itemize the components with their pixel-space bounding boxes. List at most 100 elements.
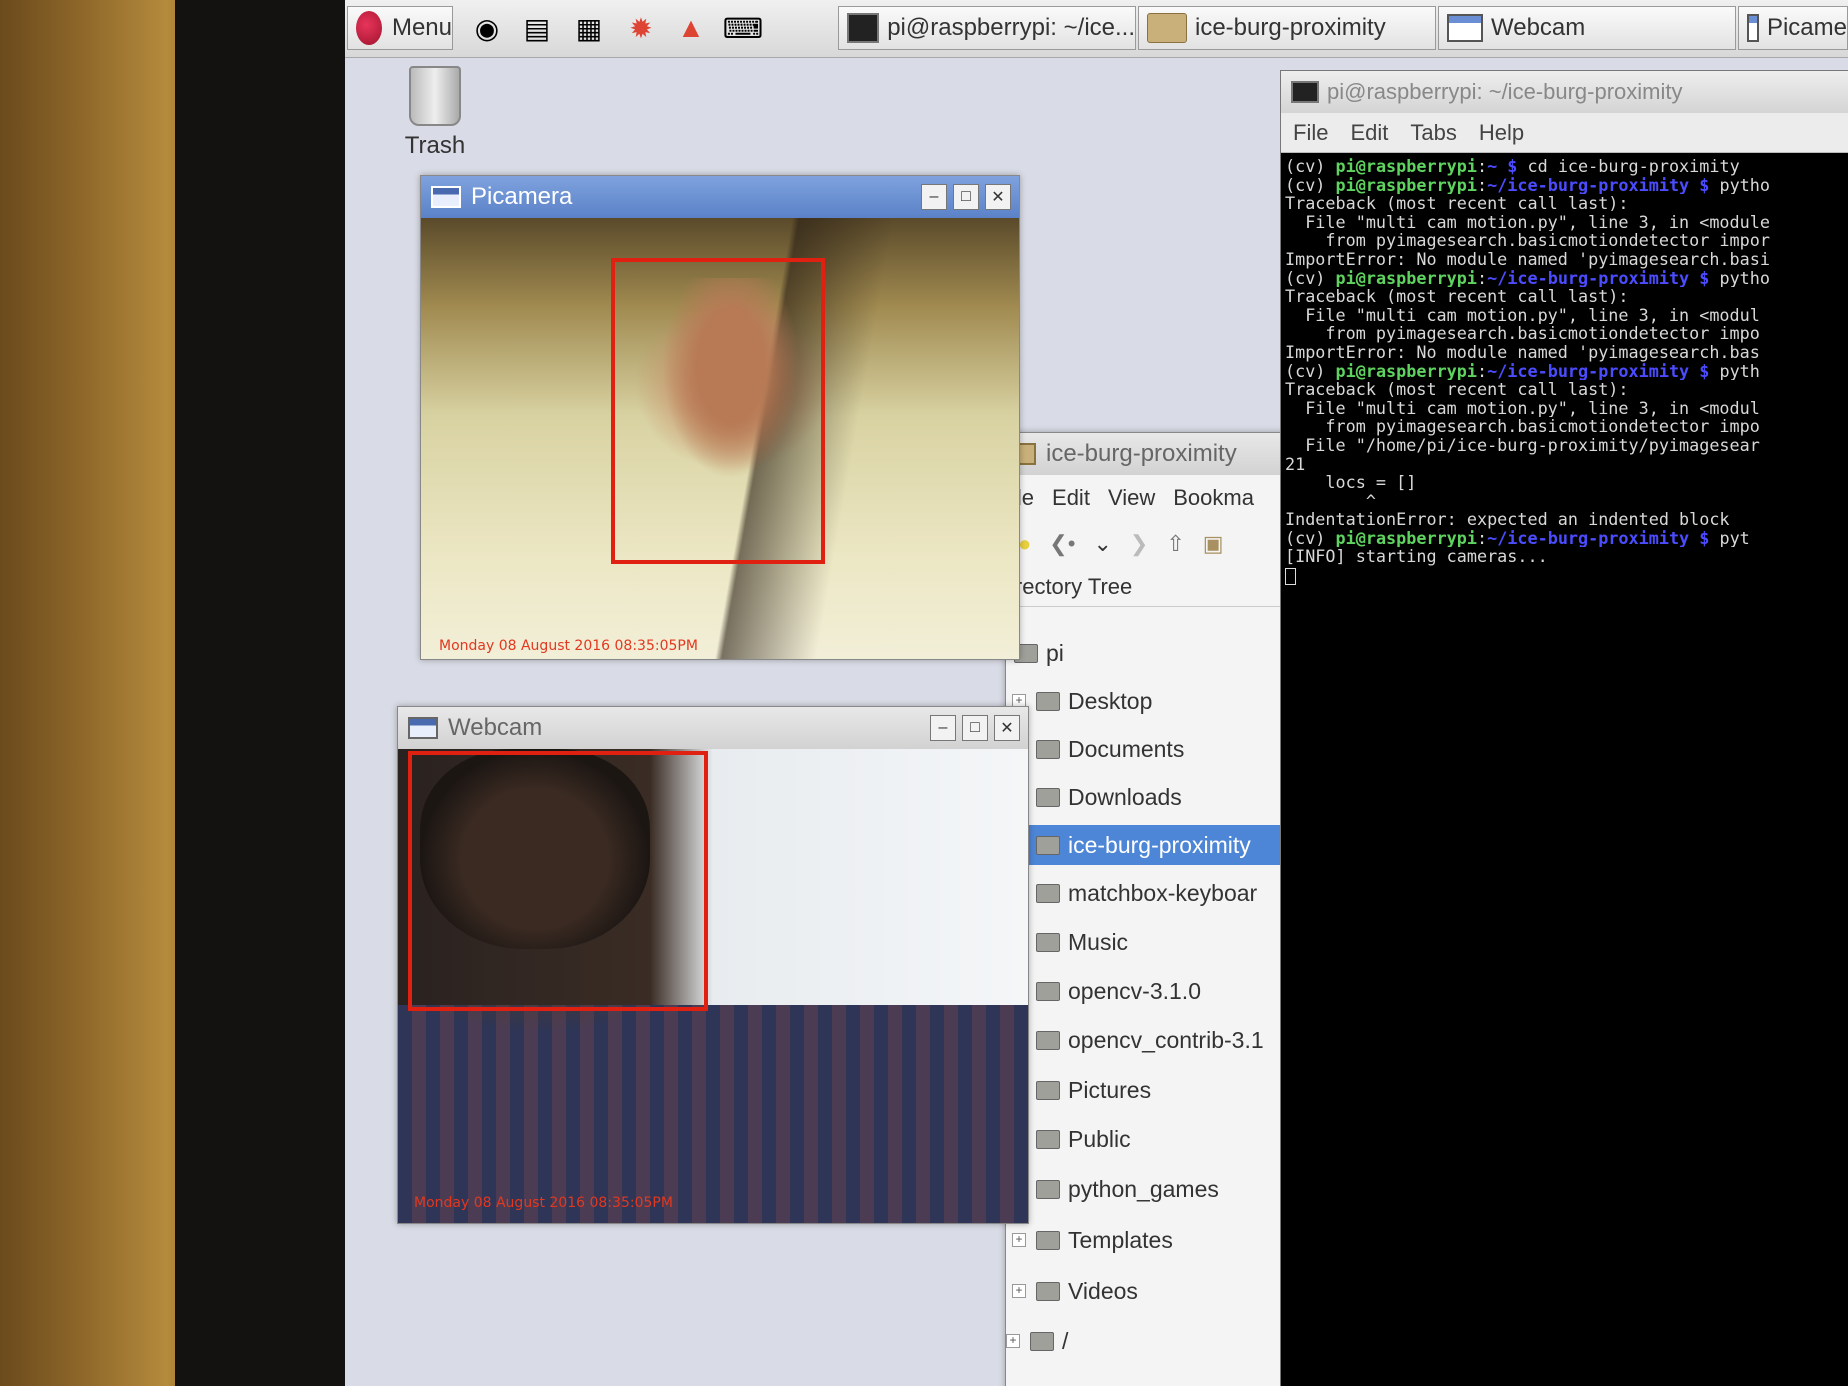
terminal-window: pi@raspberrypi: ~/ice-burg-proximity Fil… [1280, 70, 1848, 1386]
task-file-manager[interactable]: ice-burg-proximity [1138, 6, 1436, 50]
tree-item[interactable]: +opencv_contrib-3.1 [1006, 1020, 1304, 1060]
back-icon[interactable]: ❮• [1049, 531, 1075, 557]
terminal-text: (cv) [1285, 528, 1336, 548]
terminal-text: (cv) [1285, 361, 1336, 381]
tree-item[interactable]: pi [1006, 633, 1304, 673]
tree-item-label: matchbox-keyboar [1068, 879, 1258, 906]
minimize-button[interactable]: – [930, 715, 956, 741]
motion-detection-box [611, 258, 825, 564]
terminal-line: from pyimagesearch.basicmotiondetector i… [1285, 417, 1848, 436]
close-button[interactable]: ✕ [985, 184, 1011, 210]
folder-icon [1147, 13, 1187, 43]
terminal-line: 21 [1285, 455, 1848, 474]
terminal-line: from pyimagesearch.basicmotiondetector i… [1285, 324, 1848, 343]
tree-item[interactable]: +python_games [1006, 1169, 1304, 1209]
task-terminal[interactable]: pi@raspberrypi: ~/ice... [838, 6, 1136, 50]
task-file-manager-label: ice-burg-proximity [1195, 14, 1386, 41]
menu-file[interactable]: File [1293, 120, 1328, 146]
file-manager-title: ice-burg-proximity [1046, 440, 1237, 467]
terminal-text: ~ $ [1487, 157, 1518, 176]
file-manager-titlebar[interactable]: ice-burg-proximity [1006, 433, 1304, 475]
terminal-text: pytho [1709, 268, 1770, 288]
expand-icon[interactable]: + [1012, 1284, 1026, 1298]
terminal-output[interactable]: (cv) pi@raspberrypi:~ $ cd ice-burg-prox… [1281, 153, 1848, 589]
wolfram-icon[interactable]: ▲ [671, 8, 711, 48]
file-manager-window: ice-burg-proximity ile Edit View Bookma … [1005, 432, 1305, 1386]
up-icon[interactable]: ⇧ [1166, 531, 1184, 557]
tree-item[interactable]: +ice-burg-proximity [1006, 825, 1304, 865]
folder-icon [1036, 1179, 1060, 1199]
tree-item-label: python_games [1068, 1175, 1219, 1202]
menu-edit[interactable]: Edit [1350, 120, 1388, 146]
tree-item[interactable]: + Videos [1006, 1271, 1304, 1311]
window-icon [1447, 14, 1483, 42]
tree-item-label: / [1062, 1327, 1069, 1354]
terminal-text: ~/ice-burg-proximity $ [1487, 268, 1710, 288]
tree-item[interactable]: +Music [1006, 922, 1304, 962]
task-picamera[interactable]: Picame [1738, 6, 1848, 50]
tree-item-label: Music [1068, 928, 1129, 955]
tree-item-label: Pictures [1068, 1076, 1152, 1103]
terminal-line: [INFO] starting cameras... [1285, 547, 1848, 566]
menu-view[interactable]: View [1108, 485, 1155, 511]
expand-icon[interactable]: + [1012, 1233, 1026, 1247]
terminal-line: (cv) pi@raspberrypi:~/ice-burg-proximity… [1285, 362, 1848, 381]
picamera-feed: Monday 08 August 2016 08:35:05PM [421, 218, 1019, 659]
terminal-line: (cv) pi@raspberrypi:~/ice-burg-proximity… [1285, 176, 1848, 195]
tree-item[interactable]: +opencv-3.1.0 [1006, 971, 1304, 1011]
taskbar: Menu ◉ ▤ ▦ ✹ ▲ ⌨ pi@raspberrypi: ~/ice..… [345, 0, 1848, 58]
tree-item[interactable]: +matchbox-keyboar [1006, 873, 1304, 913]
terminal-text: pi@raspberrypi [1335, 528, 1477, 548]
picamera-titlebar[interactable]: Picamera – □ ✕ [421, 176, 1019, 218]
minimize-button[interactable]: – [921, 184, 947, 210]
tree-item[interactable]: +Public [1006, 1119, 1304, 1159]
terminal-line: (cv) pi@raspberrypi:~ $ cd ice-burg-prox… [1285, 157, 1848, 176]
close-button[interactable]: ✕ [994, 715, 1020, 741]
task-webcam-label: Webcam [1491, 14, 1586, 41]
menu-help[interactable]: Help [1479, 120, 1524, 146]
menu-tabs[interactable]: Tabs [1410, 120, 1456, 146]
tree-item[interactable]: + / [1006, 1321, 1304, 1361]
expand-icon[interactable]: + [1006, 1334, 1020, 1348]
desktop-trash[interactable]: Trash [395, 66, 475, 160]
menu-edit[interactable]: Edit [1052, 485, 1090, 511]
picamera-timestamp: Monday 08 August 2016 08:35:05PM [439, 638, 698, 654]
tree-item[interactable]: +Downloads [1006, 777, 1304, 817]
terminal-text: pi@raspberrypi [1335, 157, 1477, 176]
chevron-down-icon[interactable]: ⌄ [1093, 531, 1111, 557]
terminal-line: from pyimagesearch.basicmotiondetector i… [1285, 231, 1848, 250]
maximize-button[interactable]: □ [953, 184, 979, 210]
terminal-icon [847, 13, 880, 43]
tree-item-label: opencv_contrib-3.1 [1068, 1026, 1264, 1053]
tree-item-label: Public [1068, 1125, 1131, 1152]
menu-button[interactable]: Menu [347, 6, 453, 50]
tree-item-label: Desktop [1068, 687, 1153, 714]
tree-item[interactable]: +Documents [1006, 729, 1304, 769]
file-manager-toolbar: ● ❮• ⌄ ❯ ⇧ ▣ [1006, 521, 1304, 567]
terminal-cursor-line [1285, 566, 1848, 585]
terminal-text: pi@raspberrypi [1335, 268, 1477, 288]
tree-item[interactable]: + Desktop [1006, 681, 1304, 721]
terminal-text: IndentationError: expected an indented b… [1285, 510, 1730, 529]
menu-bookmarks[interactable]: Bookma [1173, 485, 1254, 511]
web-browser-icon[interactable]: ◉ [467, 8, 507, 48]
tree-item[interactable]: +Pictures [1006, 1070, 1304, 1110]
webcam-feed: Monday 08 August 2016 08:35:05PM [398, 749, 1028, 1223]
terminal-text: cd ice-burg-proximity [1517, 157, 1740, 176]
terminal-launcher-icon[interactable]: ▦ [569, 8, 609, 48]
maximize-button[interactable]: □ [962, 715, 988, 741]
webcam-titlebar[interactable]: Webcam – □ ✕ [398, 707, 1028, 749]
folder-icon [1036, 1230, 1060, 1250]
file-manager-launcher-icon[interactable]: ▤ [517, 8, 557, 48]
home-icon[interactable]: ▣ [1203, 531, 1224, 557]
math-kernel-icon[interactable]: ✹ [621, 8, 661, 48]
keyboard-icon[interactable]: ⌨ [723, 8, 763, 48]
tree-item-label: Downloads [1068, 783, 1182, 810]
forward-icon[interactable]: ❯ [1130, 531, 1148, 557]
folder-icon [1036, 691, 1060, 711]
tree-item[interactable]: + Templates [1006, 1220, 1304, 1260]
task-webcam[interactable]: Webcam [1438, 6, 1736, 50]
folder-icon [1036, 932, 1060, 952]
webcam-window: Webcam – □ ✕ Monday 08 August 2016 08:35… [397, 706, 1029, 1224]
terminal-titlebar[interactable]: pi@raspberrypi: ~/ice-burg-proximity [1281, 71, 1848, 113]
